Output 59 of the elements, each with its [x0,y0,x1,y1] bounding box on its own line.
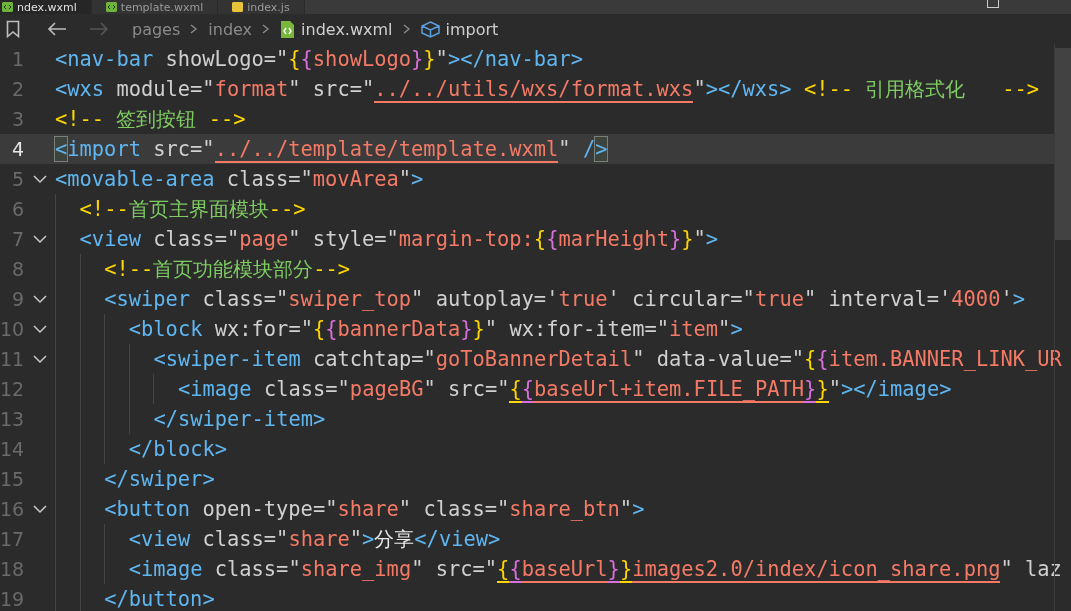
line-number: 6 [10,198,24,220]
code-line: <view class="share">分享</view> [128,526,501,553]
code-line: </swiper-item> [153,406,326,433]
editor-tab[interactable]: ndex.wxml [0,0,92,14]
code-line: </swiper> [104,466,215,493]
line-number: 4 [10,138,24,160]
line-number: 11 [0,348,24,370]
back-button[interactable] [46,21,68,37]
editor-tab[interactable]: template.wxml [91,0,219,14]
breadcrumb-item[interactable]: index [208,19,253,39]
breadcrumb-item[interactable]: import [445,19,499,39]
cube-icon [420,20,440,38]
code-line: <import src="../../template/template.wxml" /> [55,136,608,163]
code-line: <image class="share_img" src="{{baseUrl}}images2.0/index/icon_share.png" laz [128,556,1062,583]
line-number: 12 [0,378,24,400]
line-number: 2 [10,78,24,100]
code-line: </block> [128,436,227,463]
line-number: 15 [0,468,24,490]
line-number: 10 [0,318,24,340]
fold-chevron-icon[interactable] [32,234,47,244]
line-number: 9 [10,288,24,310]
code-line: <image class="pageBG" src="{{baseUrl+item.FILE_PATH}}"></image> [177,376,952,403]
file-icon [232,2,244,12]
code-line: <movable-area class="movArea"> [55,166,424,193]
code-line: <!--首页主界面模块--> [79,196,306,223]
code-line: <!--首页功能模块部分--> [104,256,351,283]
fold-chevron-icon[interactable] [32,504,47,514]
line-number: 17 [0,528,24,550]
code-line: <view class="page" style="margin-top:{{marHeight}}"> [79,226,719,253]
split-editor-icon[interactable] [987,0,999,8]
code-line: <block wx:for="{{bannerData}}" wx:for-item="item"> [128,316,743,343]
breadcrumb-item[interactable]: index.wxml [301,19,393,39]
code-line: </button> [104,586,215,611]
line-number: 1 [10,48,24,70]
fold-chevron-icon[interactable] [32,294,47,304]
code-line: <!-- 签到按钮 --> [55,106,246,133]
bookmark-icon[interactable] [6,20,20,38]
breadcrumb-item[interactable]: pages [132,19,181,39]
line-number: 13 [0,408,24,430]
fold-chevron-icon[interactable] [32,354,47,364]
code-line: <swiper class="swiper_top" autoplay='true' circular="true" interval='4000'> [104,286,1025,313]
line-number: 7 [10,228,24,250]
line-number: 5 [10,168,24,190]
editor-tab[interactable]: index.js [218,0,305,14]
code-line: <wxs module="format" src="../../utils/wxs/format.wxs"></wxs> <!-- 引用格式化 --> [55,76,1039,103]
code-line: <nav-bar showLogo="{{showLogo}}"></nav-bar> [55,46,583,73]
file-icon [280,19,296,39]
line-number: 14 [0,438,24,460]
line-number: 18 [0,558,24,580]
code-line: <swiper-item catchtap="goToBannerDetail" data-value="{{item.BANNER_LINK_UR [153,346,1062,373]
code-line: <button open-type="share" class="share_btn"> [104,496,645,523]
line-number: 19 [0,588,24,610]
fold-chevron-icon[interactable] [32,324,47,334]
file-icon [2,2,13,12]
line-number: 3 [10,108,24,130]
line-number: 8 [10,258,24,280]
fold-chevron-icon[interactable] [32,174,47,184]
line-number: 16 [0,498,24,520]
file-icon [105,2,117,12]
